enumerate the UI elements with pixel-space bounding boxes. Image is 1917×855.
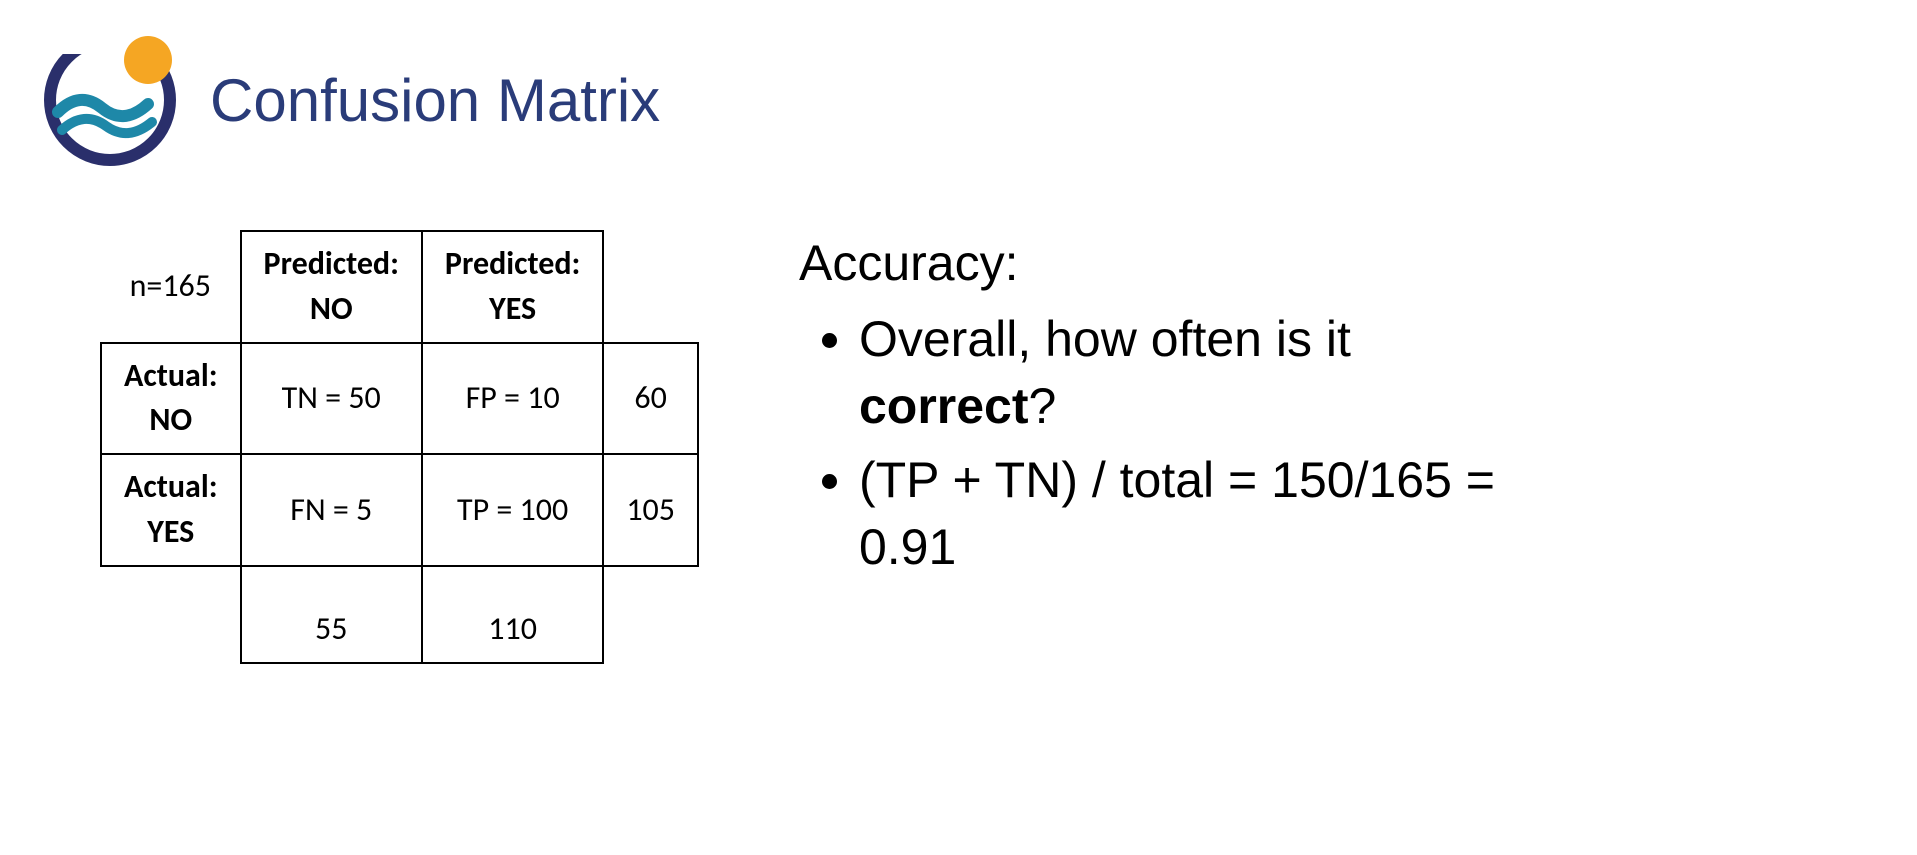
row-label-actual-no: Actual: NO bbox=[101, 343, 241, 455]
accuracy-panel: Accuracy: Overall, how often is it corre… bbox=[799, 230, 1549, 664]
page-title: Confusion Matrix bbox=[210, 66, 660, 135]
row-label-actual-yes: Actual: YES bbox=[101, 454, 241, 566]
confusion-matrix-table: n=165 Predicted: NO Predicted: YES Actua… bbox=[100, 230, 699, 664]
confusion-matrix-panel: n=165 Predicted: NO Predicted: YES Actua… bbox=[100, 230, 699, 664]
list-item: (TP + TN) / total = 150/165 = 0.91 bbox=[859, 447, 1549, 582]
metric-title: Accuracy: bbox=[799, 230, 1549, 298]
slide-content: n=165 Predicted: NO Predicted: YES Actua… bbox=[0, 170, 1917, 664]
list-item: Overall, how often is it correct? bbox=[859, 306, 1549, 441]
cell-tp: TP = 100 bbox=[422, 454, 603, 566]
n-label: n=165 bbox=[101, 231, 241, 343]
header-predicted-no: Predicted: NO bbox=[241, 231, 422, 343]
cell-tn: TN = 50 bbox=[241, 343, 422, 455]
table-row: n=165 Predicted: NO Predicted: YES bbox=[101, 231, 698, 343]
empty-cell bbox=[603, 231, 698, 343]
col-total-yes: 110 bbox=[422, 566, 603, 663]
empty-cell bbox=[603, 566, 698, 663]
table-row: Actual: NO TN = 50 FP = 10 60 bbox=[101, 343, 698, 455]
metric-bullets: Overall, how often is it correct? (TP + … bbox=[799, 306, 1549, 582]
row-total-no: 60 bbox=[603, 343, 698, 455]
row-total-yes: 105 bbox=[603, 454, 698, 566]
empty-cell bbox=[101, 566, 241, 663]
slide-header: Confusion Matrix bbox=[0, 0, 1917, 170]
col-total-no: 55 bbox=[241, 566, 422, 663]
header-predicted-yes: Predicted: YES bbox=[422, 231, 603, 343]
cell-fp: FP = 10 bbox=[422, 343, 603, 455]
table-row: Actual: YES FN = 5 TP = 100 105 bbox=[101, 454, 698, 566]
table-row: 55 110 bbox=[101, 566, 698, 663]
logo-icon bbox=[40, 30, 180, 170]
cell-fn: FN = 5 bbox=[241, 454, 422, 566]
